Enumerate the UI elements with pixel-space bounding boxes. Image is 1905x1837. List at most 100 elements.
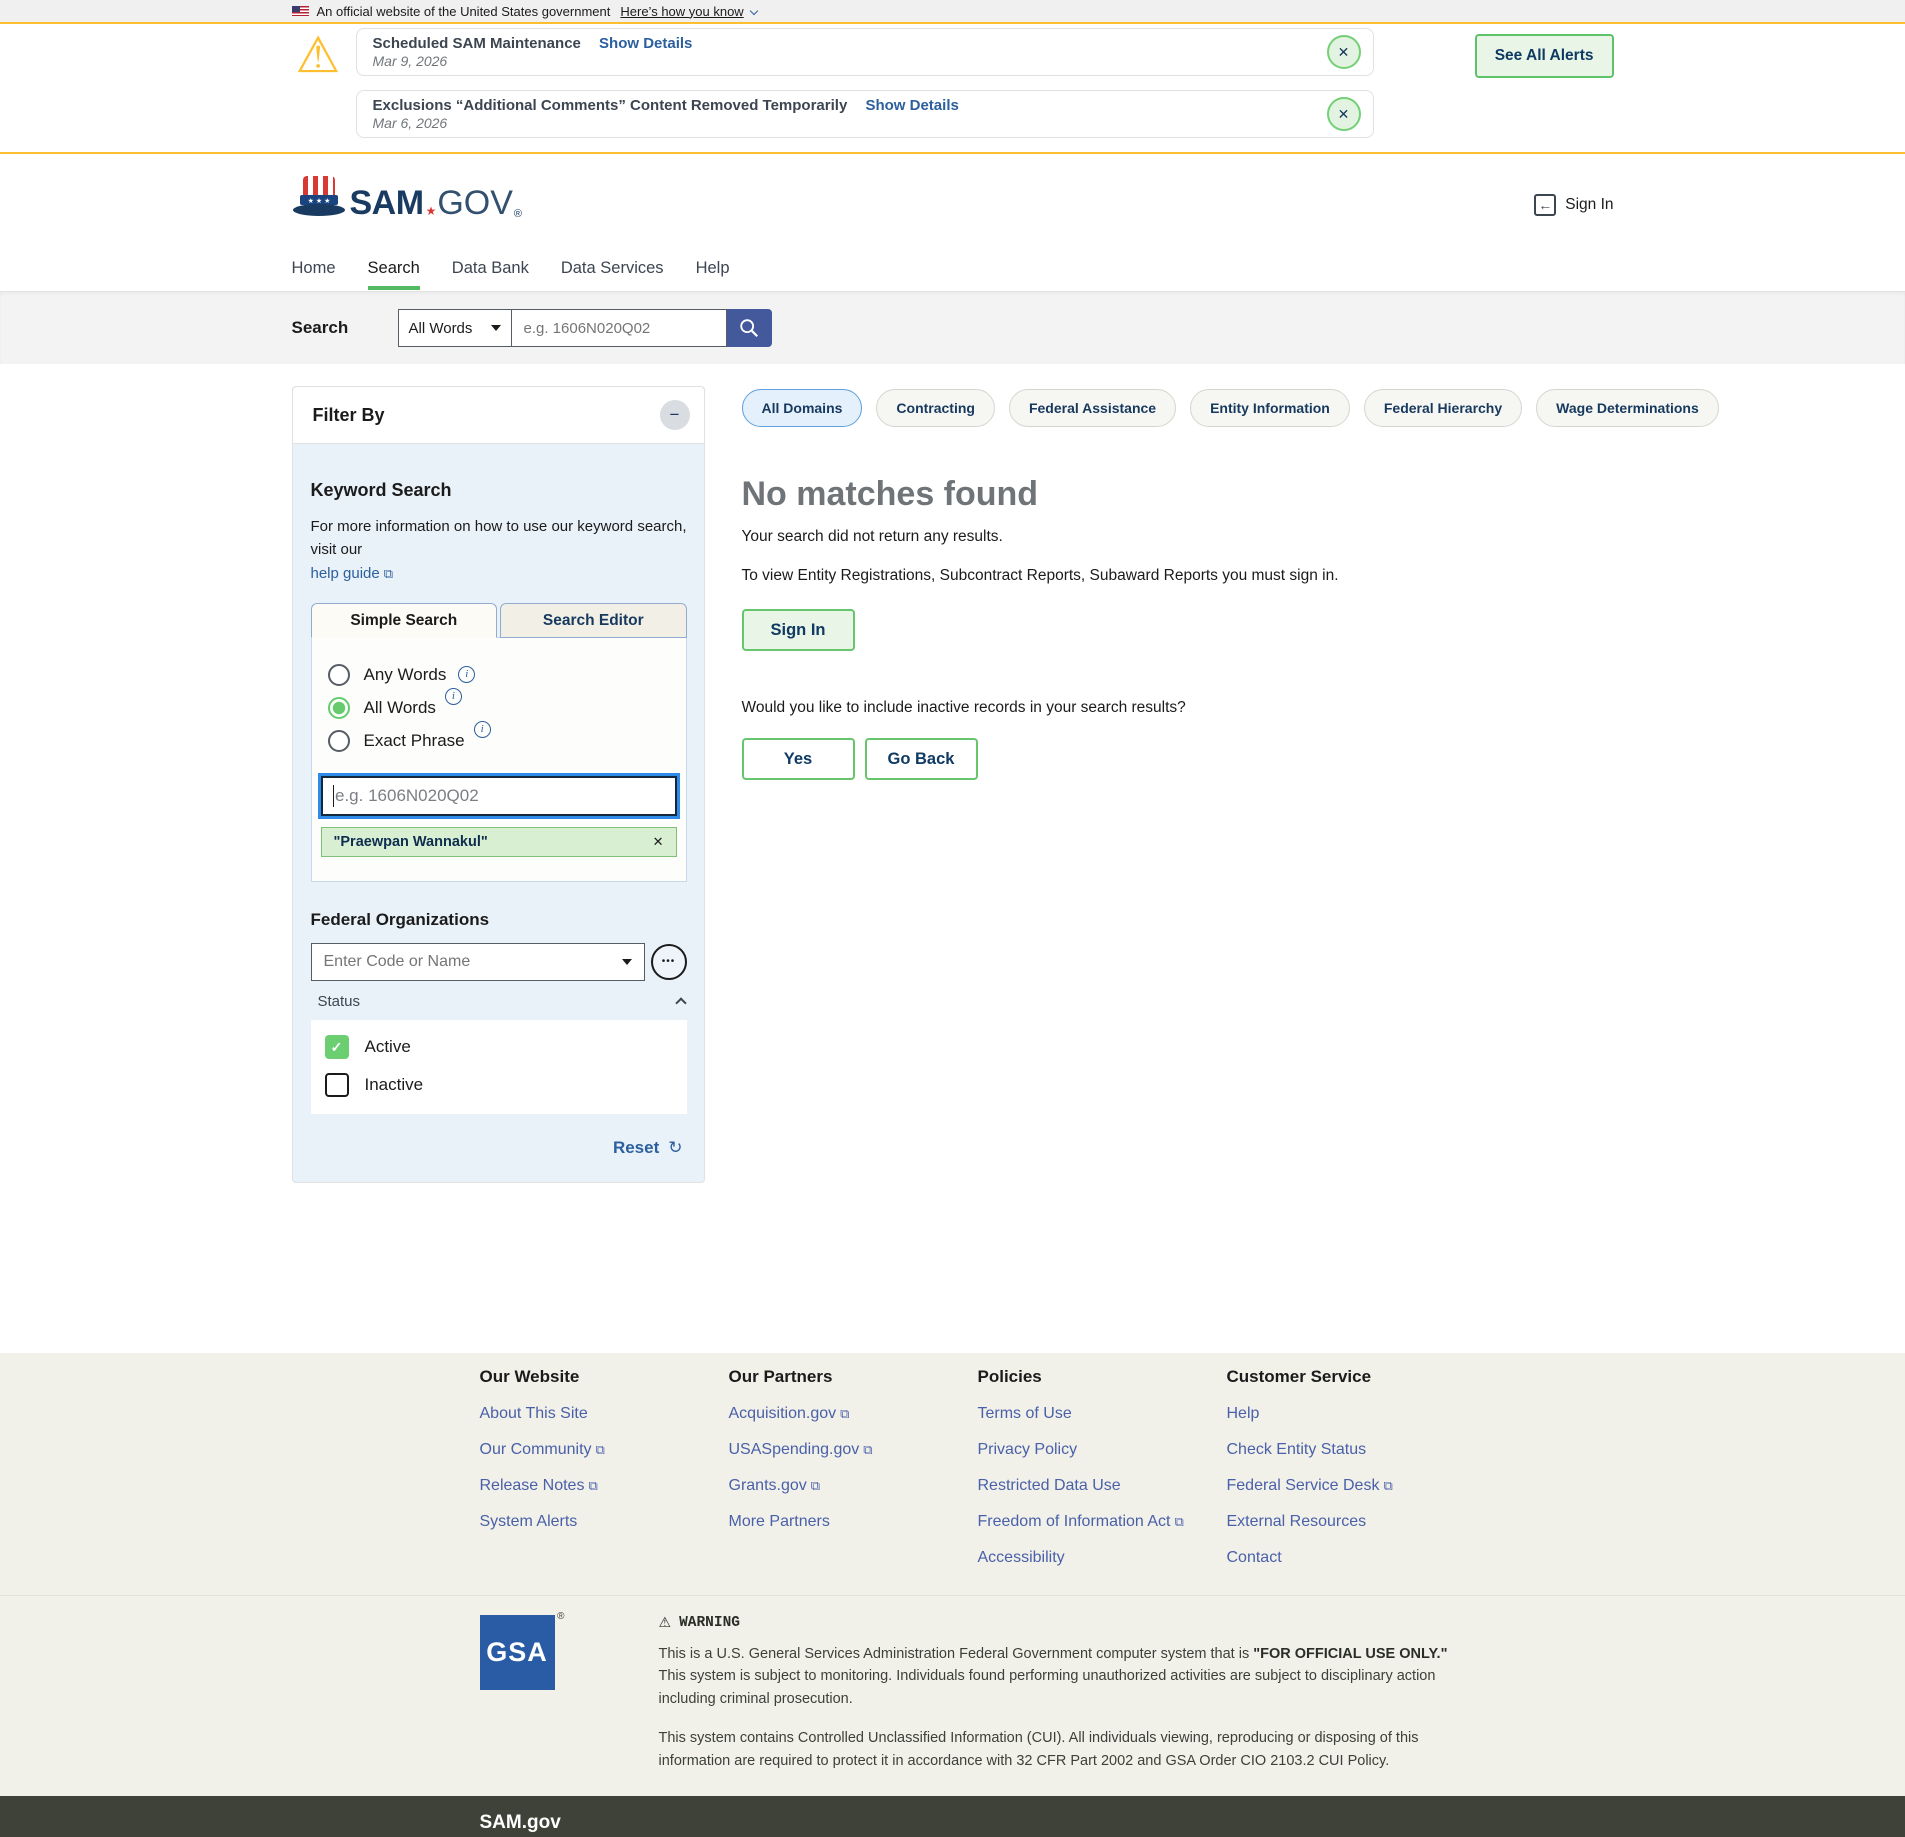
keyword-tag-label: "Praewpan Wannakul" — [334, 834, 488, 850]
search-submit-button[interactable] — [727, 309, 772, 347]
see-all-alerts-button[interactable]: See All Alerts — [1475, 34, 1614, 78]
footer-heading: Our Partners — [729, 1367, 978, 1387]
show-details-link[interactable]: Show Details — [865, 97, 958, 114]
footer-link-system-alerts[interactable]: System Alerts — [480, 1513, 729, 1531]
federal-organizations-select[interactable]: Enter Code or Name — [311, 943, 645, 981]
footer-link-usaspending-gov[interactable]: USASpending.gov⧉ — [729, 1441, 978, 1459]
alert-title: Exclusions “Additional Comments” Content… — [373, 97, 848, 114]
keyword-tabs: Simple Search Search Editor — [311, 603, 687, 638]
site-header: ★ ★ ★ SAM★GOV® ← Sign In — [0, 154, 1905, 259]
footer-link-help[interactable]: Help — [1227, 1405, 1476, 1423]
footer-link-check-entity-status[interactable]: Check Entity Status — [1227, 1441, 1476, 1459]
keyword-help-text: For more information on how to use our k… — [311, 518, 687, 558]
nav-item-data-bank[interactable]: Data Bank — [452, 259, 529, 290]
keyword-search-heading: Keyword Search — [311, 480, 687, 501]
radio-exact-phrase[interactable] — [328, 730, 350, 752]
include-inactive-question: Would you like to include inactive recor… — [742, 699, 1719, 717]
header-sign-in[interactable]: ← Sign In — [1534, 194, 1613, 216]
footer-link-foia[interactable]: Freedom of Information Act⧉ — [978, 1513, 1227, 1531]
radio-row-exact-phrase[interactable]: Exact Phrase i — [321, 730, 677, 752]
alert-close-button[interactable]: ✕ — [1327, 35, 1361, 69]
footer-link-more-partners[interactable]: More Partners — [729, 1513, 978, 1531]
checkbox-active[interactable]: ✓ — [325, 1035, 349, 1059]
status-section-header[interactable]: Status — [311, 993, 687, 1010]
help-guide-link[interactable]: help guide — [311, 565, 380, 582]
footer-heading: Our Website — [480, 1367, 729, 1387]
footer-link-privacy-policy[interactable]: Privacy Policy — [978, 1441, 1227, 1459]
sam-gov-logo[interactable]: ★ ★ ★ SAM★GOV® — [292, 174, 523, 220]
sign-in-label: Sign In — [1565, 196, 1613, 214]
footer-link-release-notes[interactable]: Release Notes⧉ — [480, 1477, 729, 1495]
no-matches-heading: No matches found — [742, 475, 1719, 514]
sign-in-button[interactable]: Sign In — [742, 609, 855, 651]
info-icon[interactable]: i — [474, 721, 491, 738]
alerts-section: ⚠ Scheduled SAM Maintenance Show Details… — [0, 24, 1905, 154]
show-details-link[interactable]: Show Details — [599, 35, 692, 52]
main-content: Filter By − Keyword Search For more info… — [0, 364, 1905, 1353]
domain-tab-wage-determinations[interactable]: Wage Determinations — [1536, 389, 1719, 427]
keyword-input[interactable]: e.g. 1606N020Q02 — [321, 776, 677, 816]
alert-date: Mar 6, 2026 — [373, 115, 1313, 131]
footer-heading: Customer Service — [1227, 1367, 1476, 1387]
footer-link-acquisition-gov[interactable]: Acquisition.gov⧉ — [729, 1405, 978, 1423]
uncle-sam-hat-icon: ★ ★ ★ — [292, 174, 346, 220]
reset-filters-link[interactable]: Reset — [613, 1138, 659, 1158]
footer-column-policies: Policies Terms of Use Privacy Policy Res… — [978, 1367, 1227, 1567]
logo-gov-text: GOV — [437, 186, 513, 220]
footer-link-our-community[interactable]: Our Community⧉ — [480, 1441, 729, 1459]
gov-banner-text: An official website of the United States… — [317, 4, 611, 19]
domain-tab-contracting[interactable]: Contracting — [876, 389, 995, 427]
footer-link-contact[interactable]: Contact — [1227, 1549, 1476, 1567]
gov-banner: An official website of the United States… — [0, 0, 1905, 24]
footer-column-our-partners: Our Partners Acquisition.gov⧉ USASpendin… — [729, 1367, 978, 1567]
svg-text:★ ★ ★: ★ ★ ★ — [307, 197, 330, 205]
info-icon[interactable]: i — [458, 666, 475, 683]
status-option-inactive[interactable]: Inactive — [325, 1073, 673, 1097]
info-icon[interactable]: i — [445, 688, 462, 705]
external-link-icon: ⧉ — [863, 1443, 872, 1458]
gsa-warning-band: GSA ® ⚠ WARNING This is a U.S. General S… — [0, 1595, 1905, 1796]
nav-item-home[interactable]: Home — [292, 259, 336, 290]
footer-link-about-this-site[interactable]: About This Site — [480, 1405, 729, 1423]
radio-label: All Words — [364, 698, 436, 718]
caret-down-icon — [622, 959, 632, 965]
radio-label: Any Words — [364, 665, 447, 685]
footer-link-external-resources[interactable]: External Resources — [1227, 1513, 1476, 1531]
external-link-icon: ⧉ — [596, 1443, 605, 1458]
tab-simple-search[interactable]: Simple Search — [311, 603, 498, 638]
search-mode-select[interactable]: All Words — [398, 309, 512, 347]
domain-tab-all-domains[interactable]: All Domains — [742, 389, 863, 427]
checkbox-inactive[interactable] — [325, 1073, 349, 1097]
radio-any-words[interactable] — [328, 664, 350, 686]
keyword-tag[interactable]: "Praewpan Wannakul" ✕ — [321, 827, 677, 857]
text-cursor — [333, 785, 335, 807]
footer-link-accessibility[interactable]: Accessibility — [978, 1549, 1227, 1567]
radio-row-any-words[interactable]: Any Words i — [321, 664, 677, 686]
nav-item-data-services[interactable]: Data Services — [561, 259, 664, 290]
external-link-icon: ⧉ — [1383, 1479, 1392, 1494]
footer-link-federal-service-desk[interactable]: Federal Service Desk⧉ — [1227, 1477, 1476, 1495]
status-option-active[interactable]: ✓ Active — [325, 1035, 673, 1059]
tab-search-editor[interactable]: Search Editor — [500, 603, 687, 638]
domain-tab-federal-hierarchy[interactable]: Federal Hierarchy — [1364, 389, 1522, 427]
gsa-registered-mark: ® — [557, 1611, 564, 1622]
filter-collapse-button[interactable]: − — [660, 400, 690, 430]
footer-link-terms-of-use[interactable]: Terms of Use — [978, 1405, 1227, 1423]
more-options-button[interactable]: ••• — [651, 944, 687, 980]
radio-row-all-words[interactable]: All Words i — [321, 697, 677, 719]
tag-remove-icon[interactable]: ✕ — [653, 834, 664, 850]
footer-link-grants-gov[interactable]: Grants.gov⧉ — [729, 1477, 978, 1495]
nav-item-help[interactable]: Help — [696, 259, 730, 290]
yes-button[interactable]: Yes — [742, 738, 855, 780]
gov-banner-link[interactable]: Here’s how you know — [620, 4, 743, 19]
nav-item-search[interactable]: Search — [368, 259, 420, 290]
domain-tab-federal-assistance[interactable]: Federal Assistance — [1009, 389, 1176, 427]
footer-link-restricted-data-use[interactable]: Restricted Data Use — [978, 1477, 1227, 1495]
go-back-button[interactable]: Go Back — [865, 738, 978, 780]
logo-sam-text: SAM — [350, 186, 424, 220]
global-search-input[interactable] — [512, 309, 727, 347]
alert-close-button[interactable]: ✕ — [1327, 97, 1361, 131]
alert-title: Scheduled SAM Maintenance — [373, 35, 581, 52]
domain-tab-entity-information[interactable]: Entity Information — [1190, 389, 1350, 427]
radio-all-words[interactable] — [328, 697, 350, 719]
